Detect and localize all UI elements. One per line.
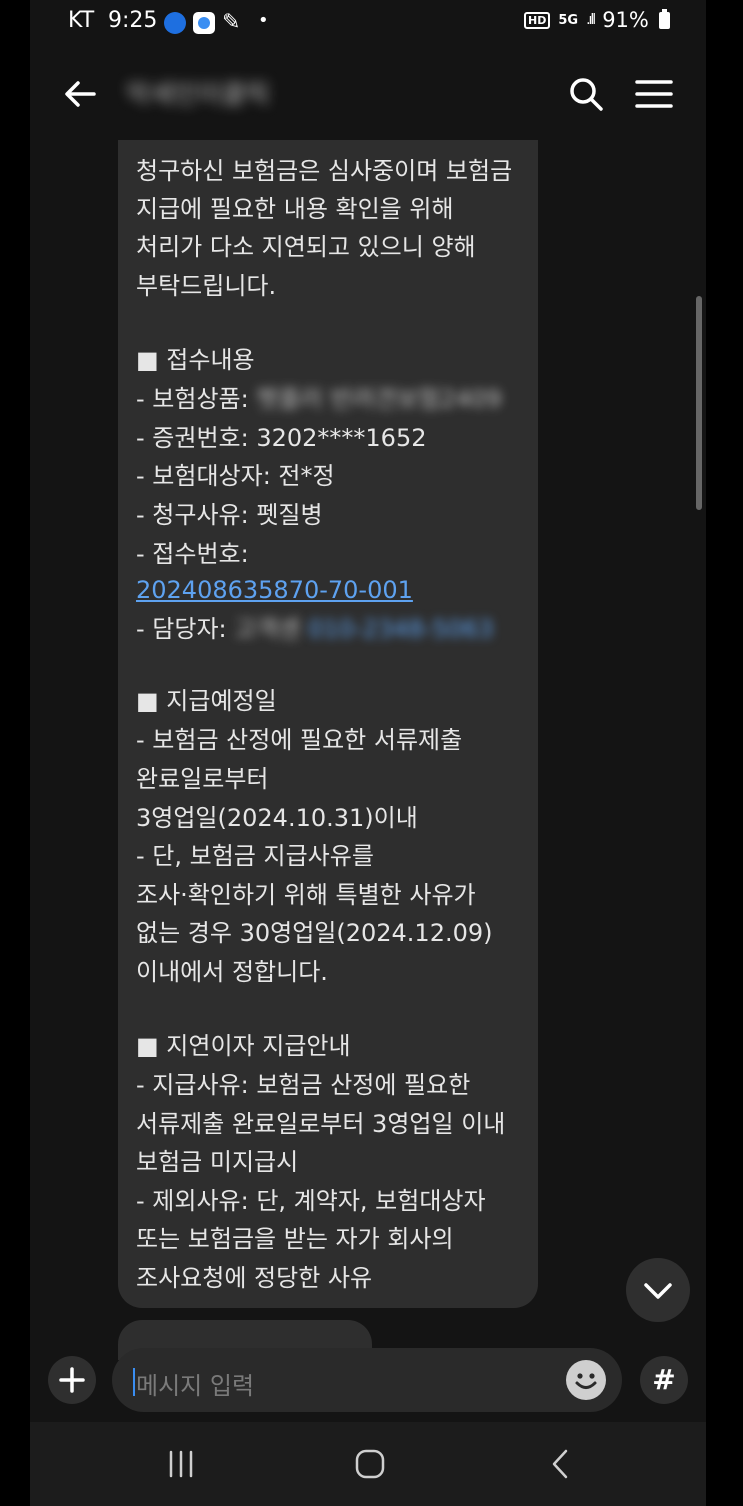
search-icon[interactable] [566, 74, 606, 114]
text-caret [133, 1368, 135, 1396]
notification-app-icon [164, 12, 186, 34]
message-line: - 단, 보험금 지급사유를 [136, 842, 374, 870]
scrollbar[interactable] [696, 296, 702, 510]
message-line: 없는 경우 30영업일(2024.12.09) [136, 919, 493, 947]
plus-icon [59, 1367, 85, 1393]
message-line: 서류제출 완료일로부터 3영업일 이내 [136, 1110, 506, 1138]
system-nav-bar [30, 1422, 706, 1506]
battery-icon [658, 8, 670, 29]
message-line: 완료일로부터 [136, 765, 269, 793]
message-line: 지급에 필요한 내용 확인을 위해 [136, 195, 454, 223]
scroll-to-bottom-button[interactable] [626, 1258, 690, 1322]
message-line: 이내에서 정합니다. [136, 958, 328, 986]
section-heading: ■ 지급예정일 [136, 687, 277, 715]
section-heading: ■ 접수내용 [136, 346, 255, 374]
attach-button[interactable] [48, 1356, 96, 1404]
blurred-phone-link[interactable]: 010-2348-5063 [308, 615, 493, 643]
carrier-label: KT [68, 8, 95, 33]
message-line: 조사·확인하기 위해 특별한 사유가 [136, 881, 476, 909]
label-insurance-product: - 보험상품: [136, 385, 249, 413]
message-line: - 보험금 산정에 필요한 서류제출 [136, 726, 463, 754]
network-type-label: 5G [558, 12, 579, 28]
blurred-product-value: 펫플러 반려견보험2409 [256, 385, 502, 413]
sender-name: 악세인이클릭 [126, 80, 270, 110]
clock: 9:25 [108, 8, 158, 33]
message-line: - 지급사유: 보험금 산정에 필요한 [136, 1071, 471, 1099]
phone-screen: KT 9:25 ✎ • HD 5G .ıll 91% 악세인이클릭 청구하신 보… [30, 0, 706, 1506]
more-notifications-dot-icon: • [258, 10, 269, 31]
receipt-number-link[interactable]: 202408635870-70-001 [136, 571, 413, 609]
nav-back-icon[interactable] [548, 1448, 572, 1480]
chevron-down-icon [644, 1283, 672, 1299]
back-arrow-icon[interactable] [60, 74, 100, 114]
emoji-icon [575, 1373, 597, 1389]
signal-icon: .ıll [586, 12, 596, 28]
message-line: 청구하신 보험금은 심사중이며 보험금 [136, 157, 513, 185]
blurred-manager-name: 고객센 [234, 615, 301, 643]
label-manager: - 담당자: [136, 615, 227, 643]
app-bar: 악세인이클릭 [30, 52, 706, 132]
hash-icon: # [652, 1363, 676, 1396]
message-line: - 제외사유: 단, 계약자, 보험대상자 [136, 1187, 486, 1215]
message-bubble[interactable]: 청구하신 보험금은 심사중이며 보험금 지급에 필요한 내용 확인을 위해 처리… [118, 140, 538, 1308]
status-indicators: HD 5G .ıll 91% [524, 8, 670, 32]
message-line: 보험금 미지급시 [136, 1148, 299, 1176]
message-line: 또는 보험금을 받는 자가 회사의 [136, 1225, 454, 1253]
hd-voice-icon: HD [524, 11, 551, 29]
message-line: - 보험대상자: 전*정 [136, 462, 335, 490]
message-line: - 청구사유: 펫질병 [136, 501, 323, 529]
notification-pen-icon: ✎ [222, 10, 241, 35]
message-line: 조사요청에 정당한 사유 [136, 1264, 373, 1292]
recent-apps-icon[interactable] [166, 1450, 196, 1478]
message-line: - 보험상품: 펫플러 반려견보험2409 [136, 380, 502, 418]
message-line: 3영업일(2024.10.31)이내 [136, 804, 418, 832]
message-line: - 담당자: 고객센 010-2348-5063 [136, 610, 493, 648]
message-line: 부탁드립니다. [136, 272, 277, 300]
home-icon[interactable] [354, 1448, 386, 1480]
emoji-button[interactable] [566, 1360, 606, 1400]
menu-icon[interactable] [634, 74, 674, 114]
battery-percent: 91% [602, 8, 649, 32]
message-input-placeholder: 메시지 입력 [136, 1372, 255, 1400]
hash-button[interactable]: # [640, 1356, 688, 1404]
message-line: 처리가 다소 지연되고 있으니 양해 [136, 233, 476, 261]
notification-camera-icon [193, 12, 215, 34]
message-input[interactable]: 메시지 입력 [112, 1348, 622, 1412]
message-line: - 증권번호: 3202****1652 [136, 424, 427, 452]
status-bar: KT 9:25 ✎ • HD 5G .ıll 91% [30, 0, 706, 44]
section-heading: ■ 지연이자 지급안내 [136, 1032, 351, 1060]
message-line: - 접수번호: [136, 540, 249, 568]
